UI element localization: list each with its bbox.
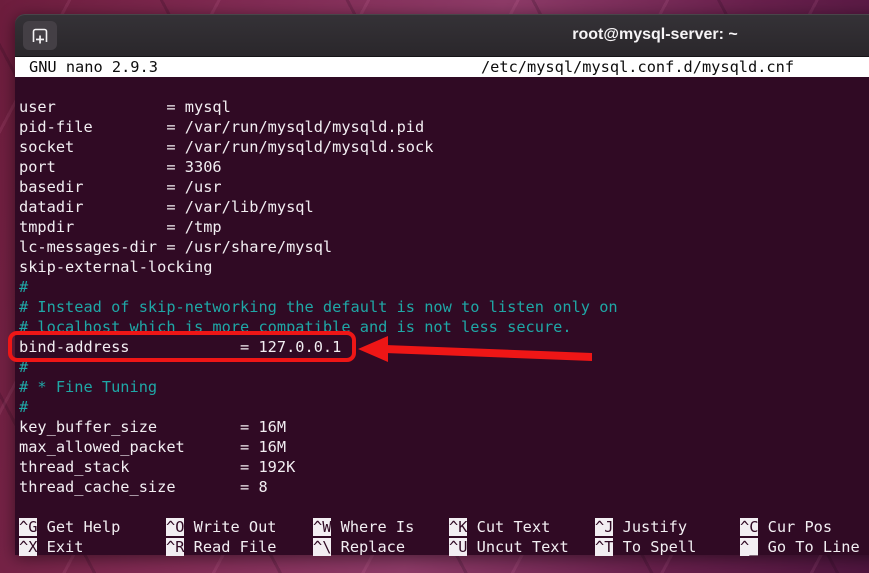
shortcut-label: Read File: [184, 538, 276, 556]
shortcut-label: Uncut Text: [467, 538, 568, 556]
terminal-window: root@mysql-server: ~ GNU nano 2.9.3 /etc…: [15, 14, 869, 555]
shortcut-row-1: ^G Get Help ^O Write Out ^W Where Is ^K Cut…: [19, 517, 869, 537]
shortcut-key: ^\: [313, 538, 331, 556]
shortcut-uncut-text: ^U Uncut Text: [449, 537, 569, 557]
terminal-titlebar[interactable]: root@mysql-server: ~: [15, 14, 869, 57]
shortcut-key: ^T: [595, 538, 613, 556]
shortcut-cut-text: ^K Cut Text: [449, 517, 550, 537]
config-line: datadir = /var/lib/mysql: [19, 197, 869, 217]
shortcut-label: To Spell: [613, 538, 696, 556]
shortcut-label: Get Help: [37, 518, 120, 536]
shortcut-key: ^K: [449, 518, 467, 536]
shortcut-to-spell: ^T To Spell: [595, 537, 696, 557]
shortcut-row-2: ^X Exit ^R Read File ^\ Replace ^U Uncut Te…: [19, 537, 869, 557]
config-line: bind-address = 127.0.0.1: [19, 337, 869, 357]
shortcut-key: ^R: [166, 538, 184, 556]
shortcut-cur-pos: ^C Cur Pos: [740, 517, 832, 537]
shortcut-label: Write Out: [184, 518, 276, 536]
shortcut-justify: ^J Justify: [595, 517, 687, 537]
shortcut-exit: ^X Exit: [19, 537, 83, 557]
shortcut-key: ^U: [449, 538, 467, 556]
config-line: basedir = /usr: [19, 177, 869, 197]
shortcut-get-help: ^G Get Help: [19, 517, 120, 537]
shortcut-key: ^C: [740, 518, 758, 536]
shortcut-key: ^O: [166, 518, 184, 536]
editor-text-area[interactable]: user = mysqlpid-file = /var/run/mysqld/m…: [19, 97, 869, 497]
config-comment-line: # localhost which is more compatible and…: [19, 317, 869, 337]
config-line: lc-messages-dir = /usr/share/mysql: [19, 237, 869, 257]
config-comment-line: # Instead of skip-networking the default…: [19, 297, 869, 317]
shortcut-key: ^_: [740, 538, 758, 556]
config-line: tmpdir = /tmp: [19, 217, 869, 237]
shortcut-label: Justify: [613, 518, 687, 536]
config-line: thread_cache_size = 8: [19, 477, 869, 497]
config-line: skip-external-locking: [19, 257, 869, 277]
shortcut-key: ^J: [595, 518, 613, 536]
shortcut-write-out: ^O Write Out: [166, 517, 277, 537]
shortcut-label: Cur Pos: [758, 518, 832, 536]
nano-filename-label: /etc/mysql/mysql.conf.d/mysqld.cnf: [15, 57, 869, 77]
config-line: socket = /var/run/mysqld/mysqld.sock: [19, 137, 869, 157]
shortcut-label: Cut Text: [467, 518, 550, 536]
shortcut-label: Where Is: [331, 518, 414, 536]
desktop-background: root@mysql-server: ~ GNU nano 2.9.3 /etc…: [0, 0, 869, 573]
window-title: root@mysql-server: ~: [572, 14, 737, 56]
shortcut-go-to-line: ^_ Go To Line: [740, 537, 860, 557]
config-comment-line: #: [19, 357, 869, 377]
shortcut-label: Replace: [331, 538, 405, 556]
config-line: pid-file = /var/run/mysqld/mysqld.pid: [19, 117, 869, 137]
config-comment-line: #: [19, 397, 869, 417]
config-line: key_buffer_size = 16M: [19, 417, 869, 437]
shortcut-replace: ^\ Replace: [313, 537, 405, 557]
nano-header: GNU nano 2.9.3 /etc/mysql/mysql.conf.d/m…: [15, 57, 869, 77]
config-line: user = mysql: [19, 97, 869, 117]
new-tab-button[interactable]: [23, 21, 57, 50]
shortcut-where-is: ^W Where Is: [313, 517, 414, 537]
shortcut-label: Go To Line: [758, 538, 859, 556]
shortcut-key: ^X: [19, 538, 37, 556]
shortcut-key: ^W: [313, 518, 331, 536]
shortcut-read-file: ^R Read File: [166, 537, 277, 557]
config-comment-line: #: [19, 277, 869, 297]
config-line: port = 3306: [19, 157, 869, 177]
tab-new-icon: [31, 27, 49, 44]
config-line: max_allowed_packet = 16M: [19, 437, 869, 457]
config-line: thread_stack = 192K: [19, 457, 869, 477]
config-comment-line: # * Fine Tuning: [19, 377, 869, 397]
shortcut-key: ^G: [19, 518, 37, 536]
shortcut-label: Exit: [37, 538, 83, 556]
